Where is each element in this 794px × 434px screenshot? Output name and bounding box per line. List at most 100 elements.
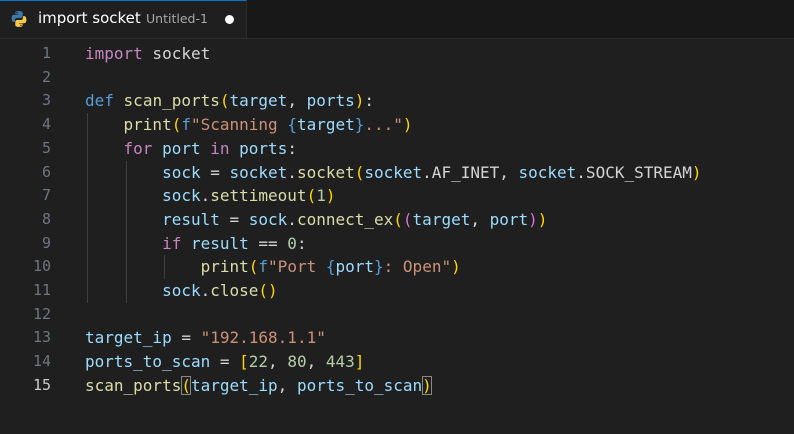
code-token: () [258, 281, 278, 300]
code-token: 80 [287, 352, 307, 372]
code-token: result [190, 233, 249, 253]
code-token: print [123, 115, 172, 135]
tab-untitled-1[interactable]: import socket Untitled-1 [0, 0, 247, 38]
code-token: ) [537, 209, 548, 229]
code-token: close [210, 281, 259, 300]
code-text[interactable]: result = sock.connect_ex((target, port)) [85, 210, 547, 229]
code-token: ( [354, 162, 365, 182]
code-token: for [123, 138, 153, 158]
code-token: socket [142, 44, 211, 63]
code-token: port [335, 257, 375, 277]
code-token: = [210, 352, 240, 372]
code-line[interactable]: 9 if result == 0: [0, 232, 794, 256]
code-line[interactable]: 14 ports_to_scan = [22, 80, 443] [0, 350, 794, 374]
code-line[interactable]: 2 [0, 66, 794, 90]
code-token: .AF_INET, [422, 162, 519, 182]
code-line[interactable]: 10 print(f"Port {port}: Open") [0, 255, 794, 279]
tab-bar: import socket Untitled-1 [0, 0, 794, 39]
code-token: , [306, 352, 326, 372]
code-token: ) [422, 375, 432, 395]
code-line[interactable]: 8 result = sock.connect_ex((target, port… [0, 208, 794, 232]
code-token: ..." [364, 115, 403, 135]
code-token: ) [691, 162, 702, 182]
code-token: . [200, 186, 211, 206]
line-number[interactable]: 13 [0, 328, 51, 346]
code-token: == [248, 233, 288, 253]
code-token: f [181, 115, 191, 135]
line-number[interactable]: 2 [0, 68, 51, 86]
code-text[interactable]: target_ip = "192.168.1.1" [85, 328, 326, 347]
code-token: "Port [268, 257, 326, 277]
code-token: 1 [316, 186, 326, 206]
code-token: ( [402, 209, 413, 229]
line-number[interactable]: 5 [0, 139, 51, 157]
code-line[interactable]: 12 [0, 303, 794, 327]
code-token: scan_ports [85, 375, 182, 395]
code-text[interactable]: import socket [85, 44, 210, 63]
code-text[interactable]: ports_to_scan = [22, 80, 443] [85, 352, 364, 371]
code-text[interactable]: sock.settimeout(1) [85, 186, 335, 205]
code-text[interactable]: sock.close() [85, 281, 278, 300]
code-token: "Scanning [190, 115, 288, 135]
code-line[interactable]: 6 sock = socket.socket(socket.AF_INET, s… [0, 161, 794, 185]
code-text[interactable]: scan_ports(target_ip, ports_to_scan) [85, 375, 432, 395]
code-token: : [287, 138, 297, 158]
code-token: . [287, 162, 297, 182]
code-token: 0 [287, 233, 297, 253]
code-line[interactable]: 15 scan_ports(target_ip, ports_to_scan) [0, 374, 794, 398]
code-token: socket [229, 162, 288, 182]
code-token: = [200, 162, 230, 182]
code-line[interactable]: 7 sock.settimeout(1) [0, 184, 794, 208]
code-editor[interactable]: 1 import socket 2 3 def scan_ports(target, p… [0, 40, 794, 434]
code-line[interactable]: 13 target_ip = "192.168.1.1" [0, 326, 794, 350]
code-token: ) [528, 209, 538, 229]
line-number[interactable]: 8 [0, 210, 51, 228]
tab-description: Untitled-1 [146, 11, 208, 26]
code-token: . [200, 281, 211, 300]
code-text[interactable]: print(f"Scanning {target}...") [85, 115, 413, 134]
line-number[interactable]: 11 [0, 281, 51, 299]
code-text[interactable]: print(f"Port {port}: Open") [85, 257, 461, 276]
line-number[interactable]: 14 [0, 352, 51, 370]
code-token: settimeout [210, 186, 307, 206]
line-number[interactable]: 9 [0, 234, 51, 252]
code-token: socket [364, 162, 423, 182]
code-text[interactable]: def scan_ports(target, ports): [85, 91, 374, 110]
code-token: .SOCK_STREAM [576, 162, 692, 182]
code-text[interactable]: sock = socket.socket(socket.AF_INET, soc… [85, 162, 702, 182]
code-token: scan_ports [123, 91, 220, 111]
line-number[interactable]: 4 [0, 115, 51, 133]
code-token: target_ip [85, 328, 172, 348]
code-token: ) [325, 186, 336, 206]
line-number[interactable]: 1 [0, 44, 51, 62]
code-token: , [287, 91, 307, 111]
editor-window: import socket Untitled-1 1 import socket 2… [0, 0, 794, 434]
unsaved-dot-icon[interactable] [225, 15, 234, 24]
code-text[interactable]: for port in ports: [85, 139, 297, 158]
line-number[interactable]: 6 [0, 163, 51, 181]
code-token: : [296, 233, 307, 253]
line-number[interactable]: 12 [0, 305, 51, 323]
code-line[interactable]: 11 sock.close() [0, 279, 794, 303]
code-token: port [162, 138, 201, 158]
code-line[interactable]: 1 import socket [0, 42, 794, 66]
code-line[interactable]: 4 print(f"Scanning {target}...") [0, 113, 794, 137]
code-token: in [210, 138, 230, 158]
code-text[interactable]: if result == 0: [85, 234, 307, 253]
python-icon [10, 10, 28, 28]
line-number[interactable]: 15 [0, 376, 51, 394]
line-number[interactable]: 7 [0, 186, 51, 204]
code-line[interactable]: 3 def scan_ports(target, ports): [0, 89, 794, 113]
line-number[interactable]: 3 [0, 91, 51, 109]
code-token: sock [162, 186, 201, 206]
code-token: . [287, 209, 297, 229]
line-number[interactable]: 10 [0, 257, 51, 275]
code-line[interactable]: 5 for port in ports: [0, 137, 794, 161]
code-token: = [171, 328, 201, 348]
